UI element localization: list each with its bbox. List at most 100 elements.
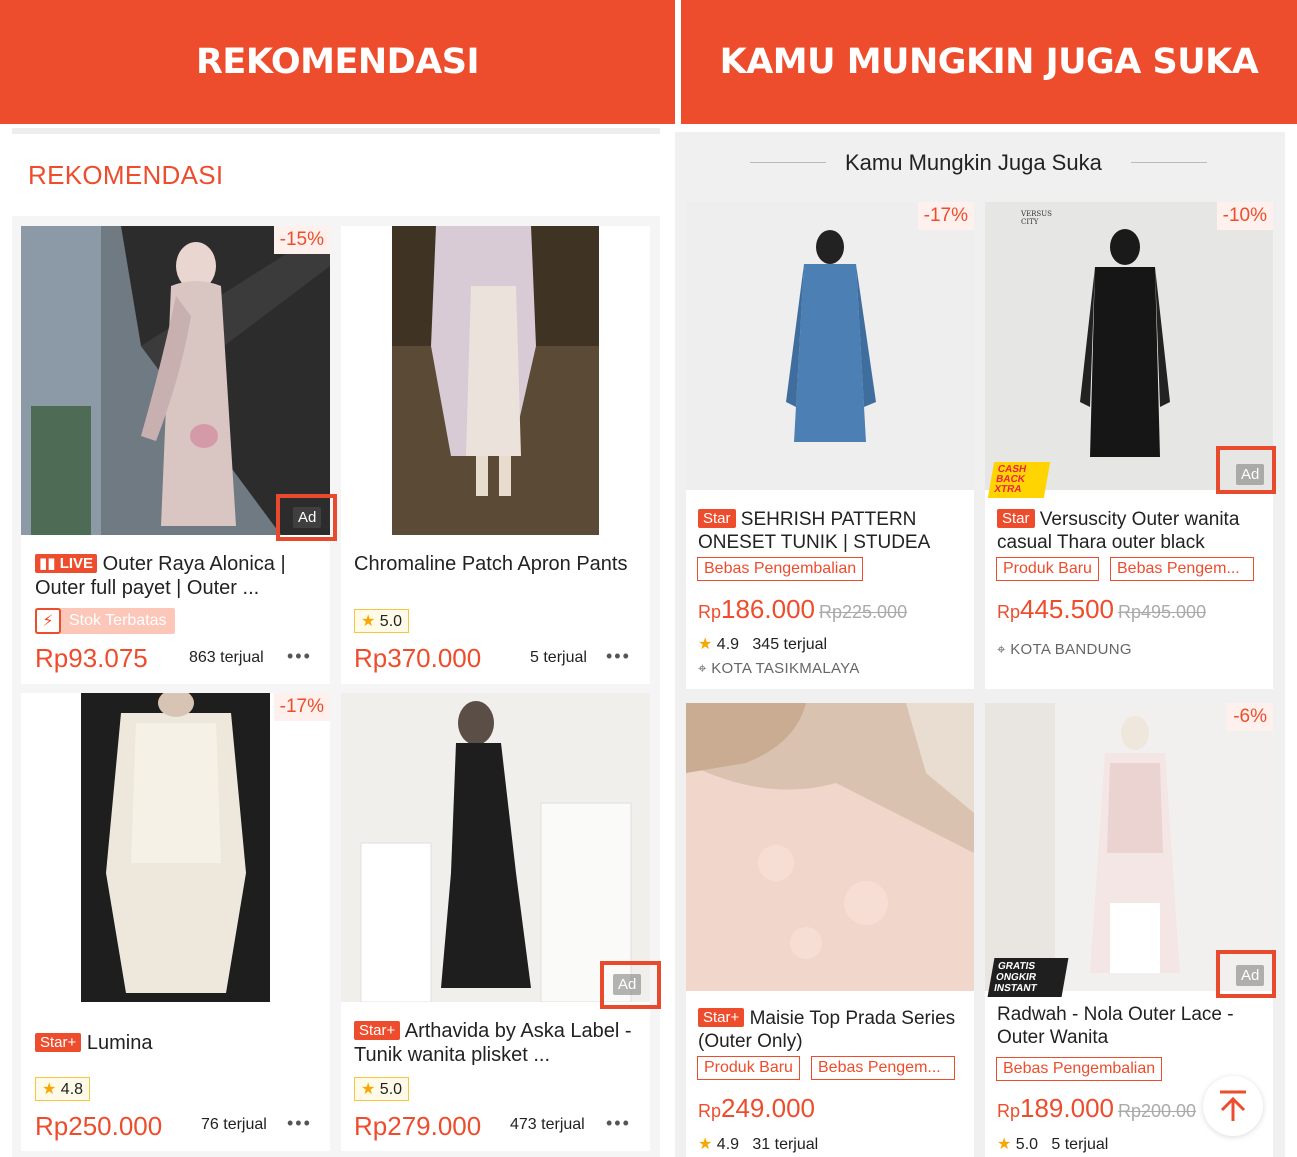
ad-highlight-box [600, 961, 661, 1009]
rating-sold: ★ 4.9 345 terjual [698, 634, 827, 654]
more-options-icon[interactable]: ••• [606, 1113, 631, 1134]
product-name: ▮▮ LIVE Outer Raya Alonica | Outer full … [35, 552, 320, 600]
rating-value: 4.9 [716, 1136, 740, 1153]
product-image[interactable] [985, 703, 1273, 991]
product-card[interactable]: -15% Ad ▮▮ LIVE Outer Raya Alonica | Out… [21, 226, 330, 684]
cashback-xtra-badge: CASH BACK XTRA [987, 462, 1051, 498]
currency: Rp [698, 602, 722, 622]
price-value: 445.500 [1020, 594, 1114, 624]
original-price: Rp495.000 [1118, 602, 1207, 622]
location-text: KOTA BANDUNG [1010, 641, 1132, 658]
more-options-icon[interactable]: ••• [287, 646, 312, 667]
rating-value: 4.8 [60, 1081, 84, 1098]
ad-highlight-box [1216, 446, 1276, 494]
star-badge: Star [698, 509, 736, 528]
product-name: Star+ Maisie Top Prada Series (Outer Onl… [698, 1007, 968, 1053]
price-value: 189.000 [1020, 1093, 1114, 1123]
product-card[interactable]: Ad Star+ Arthavida by Aska Label - Tunik… [341, 693, 650, 1151]
rating-value: 5.0 [379, 1081, 403, 1098]
sold-count: 76 terjual [201, 1116, 267, 1133]
brand-logo: VERSUS CITY [1021, 210, 1052, 226]
star-plus-badge: Star+ [698, 1008, 745, 1027]
product-price: Rp250.000 [35, 1111, 163, 1141]
sold-count: 5 terjual [1051, 1136, 1109, 1153]
free-shipping-instant-badge: GRATIS ONGKIR INSTANT [987, 958, 1069, 997]
left-divider [12, 128, 660, 134]
sold-count: 863 terjual [189, 649, 264, 666]
title-rule-left [750, 162, 826, 163]
right-section-title: Kamu Mungkin Juga Suka [845, 150, 1102, 175]
product-image[interactable] [686, 202, 974, 490]
discount-badge: -15% [273, 226, 330, 254]
star-icon: ★ [698, 636, 713, 653]
location: ⌖ KOTA BANDUNG [997, 641, 1132, 658]
product-price: Rp279.000 [354, 1111, 482, 1141]
stock-label: Stok Terbatas [69, 612, 167, 629]
product-name: Star SEHRISH PATTERN ONESET TUNIK | STUD… [698, 508, 968, 554]
price-value: 249.000 [721, 1093, 815, 1123]
price-value: 186.000 [721, 594, 815, 624]
rating-value: 4.9 [716, 636, 740, 653]
star-icon: ★ [42, 1081, 57, 1098]
product-image[interactable] [21, 226, 330, 535]
sold-count: 345 terjual [752, 636, 828, 653]
star-plus-badge: Star+ [35, 1033, 82, 1052]
chip-free-return: Bebas Pengem... [1110, 557, 1254, 581]
original-price: Rp200.00 [1118, 1101, 1197, 1121]
product-card[interactable]: Chromaline Patch Apron Pants ★ 5.0 Rp370… [341, 226, 650, 684]
more-options-icon[interactable]: ••• [287, 1113, 312, 1134]
arrow-up-icon [1220, 1090, 1246, 1121]
product-card[interactable]: Star+ Maisie Top Prada Series (Outer Onl… [686, 703, 974, 1157]
original-price: Rp225.000 [819, 602, 908, 622]
live-icon: ▮▮ [39, 555, 60, 572]
product-name: Radwah - Nola Outer Lace - Outer Wanita [997, 1004, 1234, 1048]
more-options-icon[interactable]: ••• [606, 646, 631, 667]
live-badge: ▮▮ LIVE [35, 554, 98, 573]
scroll-to-top-button[interactable] [1203, 1076, 1263, 1136]
rating-value: 5.0 [379, 613, 403, 630]
discount-badge: -10% [1216, 202, 1273, 230]
currency: Rp [997, 1101, 1021, 1121]
star-badge: Star [997, 509, 1035, 528]
sold-count: 5 terjual [530, 649, 587, 666]
product-image[interactable] [686, 703, 974, 991]
product-price: Rp93.075 [35, 643, 148, 673]
chip-free-return: Bebas Pengembalian [996, 1057, 1163, 1081]
product-price: Rp189.000 Rp200.00 [997, 1093, 1196, 1124]
star-icon: ★ [361, 613, 376, 630]
ad-highlight-box [1216, 950, 1276, 998]
chip-new-product: Produk Baru [996, 557, 1099, 581]
product-name-text: Lumina [86, 1032, 153, 1054]
rating-sold: ★ 5.0 5 terjual [997, 1134, 1108, 1154]
sold-count: 473 terjual [510, 1116, 585, 1133]
chip-free-return: Bebas Pengembalian [697, 557, 864, 581]
product-name: Star Versuscity Outer wanita casual Thar… [997, 508, 1269, 554]
star-icon: ★ [361, 1081, 376, 1098]
product-card[interactable]: -17% Star SEHRISH PATTERN ONESET TUNIK |… [686, 202, 974, 689]
product-price: Rp370.000 [354, 643, 482, 673]
location: ⌖ KOTA TASIKMALAYA [698, 660, 860, 677]
currency: Rp [997, 602, 1021, 622]
rating-value: 5.0 [1015, 1136, 1039, 1153]
product-card[interactable]: -17% Star+ Lumina ★ 4.8 Rp250.000 76 ter… [21, 693, 330, 1151]
discount-badge: -17% [273, 693, 330, 721]
right-banner: KAMU MUNGKIN JUGA SUKA [681, 0, 1297, 124]
rating-sold: ★ 4.9 31 terjual [698, 1134, 818, 1154]
location-pin-icon: ⌖ [698, 660, 707, 677]
product-name: Chromaline Patch Apron Pants [354, 553, 628, 575]
rating-badge: ★ 5.0 [354, 1077, 410, 1101]
star-plus-badge: Star+ [354, 1021, 401, 1040]
discount-badge: -6% [1227, 703, 1273, 731]
product-image[interactable] [341, 226, 650, 535]
product-image[interactable] [341, 693, 650, 1002]
left-banner: REKOMENDASI [0, 0, 675, 124]
sold-count: 31 terjual [752, 1136, 819, 1153]
location-pin-icon: ⌖ [997, 641, 1006, 658]
lightning-icon: ⚡ [35, 608, 61, 634]
right-banner-title: KAMU MUNGKIN JUGA SUKA [719, 42, 1259, 82]
product-image[interactable] [21, 693, 330, 1002]
title-rule-right [1131, 162, 1207, 163]
location-text: KOTA TASIKMALAYA [711, 660, 860, 677]
left-banner-title: REKOMENDASI [195, 42, 480, 82]
rating-badge: ★ 5.0 [354, 609, 410, 633]
